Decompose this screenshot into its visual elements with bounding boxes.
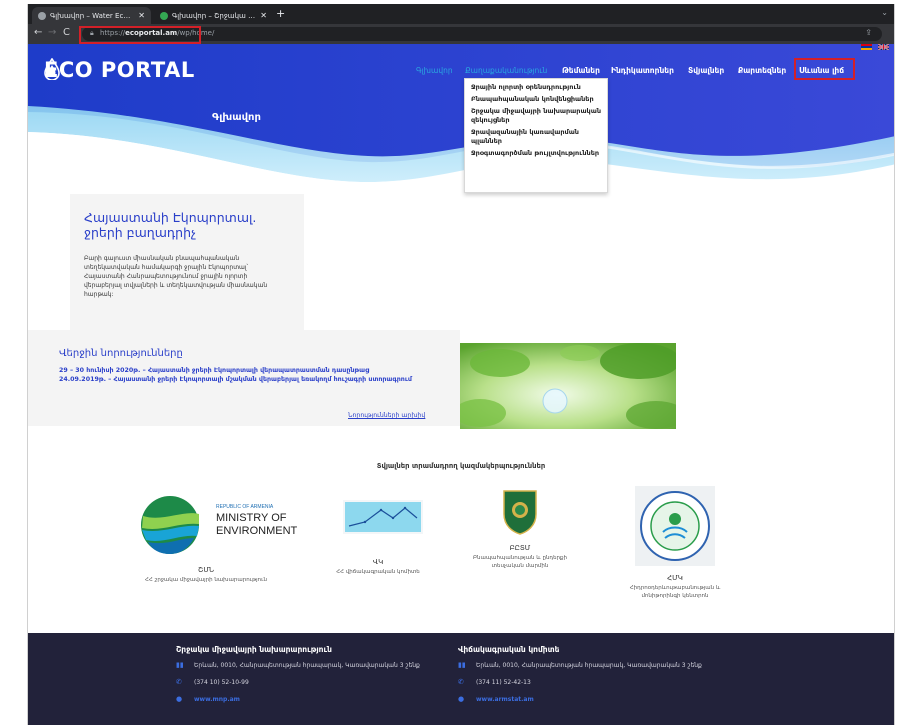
partner-abbr: ՀՄԿ xyxy=(667,574,683,582)
dropdown-item[interactable]: Բնապահպանական կոնվենցիաներ xyxy=(471,95,601,104)
footer-phone: ✆ (374 11) 52-42-13 xyxy=(458,678,531,686)
news-panel: Վերջին նորությունները 29 – 30 հունիսի 20… xyxy=(28,330,460,426)
news-archive-link[interactable]: Նորությունների արխիվ xyxy=(348,412,425,419)
nav-item-policy[interactable]: Քաղաքականություն xyxy=(465,66,547,75)
nav-item-indicators[interactable]: Ինդիկատորներ xyxy=(611,66,674,75)
close-icon[interactable]: ✕ xyxy=(138,11,145,20)
reload-icon[interactable]: C xyxy=(63,27,70,38)
globe-icon: ● xyxy=(458,695,465,703)
site-logo[interactable]: ECO PORTAL xyxy=(44,58,195,82)
hydromet-emblem xyxy=(635,486,715,566)
logo-text: ECO PORTAL xyxy=(44,58,195,82)
share-icon[interactable]: ⇪ xyxy=(865,28,872,37)
globe-icon: ● xyxy=(176,695,183,703)
phone-icon: ✆ xyxy=(458,678,464,686)
ministry-logo-line: ENVIRONMENT xyxy=(216,525,298,537)
partner-hydromet-center[interactable]: ՀՄԿ Հիդրոօդերևութաբանության և մոնիթորինգ… xyxy=(620,486,730,600)
footer-address: ▮▮ Երևան, 0010, Հանրապետության հրապարակ, … xyxy=(176,661,420,669)
dropdown-item[interactable]: Ջրային ոլորտի օրենսդրություն xyxy=(471,83,601,92)
policy-dropdown-menu: Ջրային ոլորտի օրենսդրություն Բնապահպանակ… xyxy=(464,78,608,193)
partner-ministry-environment[interactable]: REPUBLIC OF ARMENIA MINISTRY OF ENVIRONM… xyxy=(138,492,314,584)
page-title: Գլխավոր xyxy=(212,112,261,123)
news-item[interactable]: 29 – 30 հունիսի 2020թ. – Հայաստանի ջրերի… xyxy=(59,366,419,375)
partner-name: ՀՀ վիճակագրական կոմիտե xyxy=(336,569,420,575)
intro-title: Հայաստանի Էկոպորտալ. ջրերի բաղադրիչ xyxy=(84,210,257,240)
back-icon[interactable]: ← xyxy=(34,27,42,38)
ministry-logo-line: REPUBLIC OF ARMENIA xyxy=(216,504,274,510)
tab-bar: Գլխավոր – Water Ecoportal of ✕ Գլխավոր –… xyxy=(28,4,894,24)
footer-column-ministry: Շրջակա միջավայրի նախարարություն ▮▮ Երևան,… xyxy=(176,645,420,712)
footer-column-title: Շրջակա միջավայրի նախարարություն xyxy=(176,645,332,654)
footer-phone: ✆ (374 10) 52-10-99 xyxy=(176,678,249,686)
close-icon[interactable]: ✕ xyxy=(260,11,267,20)
partner-name: Հիդրոօդերևութաբանության և մոնիթորինգի կե… xyxy=(629,585,721,599)
globe-icon xyxy=(38,11,46,20)
url-highlight-box xyxy=(79,26,201,44)
sevan-highlight-box xyxy=(794,58,855,80)
news-heading: Վերջին նորությունները xyxy=(59,348,183,359)
nav-item-home[interactable]: Գլխավոր xyxy=(416,66,453,75)
site-favicon-icon xyxy=(160,11,168,20)
browser-tab-active[interactable]: Գլխավոր – Water Ecoportal of ✕ xyxy=(32,7,151,24)
new-tab-button[interactable]: + xyxy=(276,7,285,20)
uk-flag-icon[interactable] xyxy=(878,44,889,50)
footer-column-title: Վիճակագրական կոմիտե xyxy=(458,645,560,654)
nav-item-topics[interactable]: Թեմաներ xyxy=(562,66,600,75)
ministry-logo: REPUBLIC OF ARMENIA MINISTRY OF ENVIRONM… xyxy=(141,496,298,554)
tab-title: Գլխավոր – Շրջակա միջավայ xyxy=(172,11,256,20)
statistics-logo xyxy=(343,500,423,534)
footer-address: ▮▮ Երևան, 0010, Հանրապետության հրապարակ, … xyxy=(458,661,702,669)
url-input[interactable]: 🔒︎ https://ecoportal.am/wp/home/ ⇪ xyxy=(82,27,882,41)
hero-banner: ECO PORTAL Գլխավոր Քաղաքականություն Թեմա… xyxy=(28,44,894,199)
tab-title: Գլխավոր – Water Ecoportal of xyxy=(50,11,134,20)
map-icon: ▮▮ xyxy=(176,661,184,669)
dropdown-item[interactable]: Ջրավազանային կառավարման պլաններ xyxy=(471,128,601,146)
web-page: ECO PORTAL Գլխավոր Քաղաքականություն Թեմա… xyxy=(28,44,894,725)
browser-tab[interactable]: Գլխավոր – Շրջակա միջավայ ✕ xyxy=(154,7,273,24)
green-leaves-image xyxy=(460,343,676,429)
partner-name: Բնապահպանության և ընդերքի տեսչական մարմի… xyxy=(472,555,568,569)
dropdown-item[interactable]: Շրջակա միջավայրի նախարարական զեկույցներ xyxy=(471,107,601,125)
armenian-flag-icon[interactable] xyxy=(861,44,872,50)
ministry-logo-line: MINISTRY OF xyxy=(216,512,287,524)
browser-window: Գլխավոր – Water Ecoportal of ✕ Գլխավոր –… xyxy=(27,4,895,725)
partner-statistics[interactable]: ՎԿ ՀՀ վիճակագրական կոմիտե xyxy=(328,500,428,576)
partner-abbr: ԲԸՏՄ xyxy=(509,544,531,552)
partner-abbr: ՎԿ xyxy=(372,558,384,566)
forward-icon[interactable]: → xyxy=(48,27,56,38)
water-drop-icon xyxy=(44,58,60,80)
news-item[interactable]: 24.09.2019թ. – Հայաստանի ջրերի Էկոպորտալ… xyxy=(59,375,419,384)
phone-icon: ✆ xyxy=(176,678,182,686)
partners-heading: Տվյալներ տրամադրող կազմակերպություններ xyxy=(376,462,546,470)
dropdown-item[interactable]: Ջրօգտագործման թույլտվություններ xyxy=(471,149,601,158)
partner-inspection-body[interactable]: ԲԸՏՄ Բնապահպանության և ընդերքի տեսչական … xyxy=(470,488,570,570)
map-icon: ▮▮ xyxy=(458,661,466,669)
footer-column-statistics: Վիճակագրական կոմիտե ▮▮ Երևան, 0010, Հանրա… xyxy=(458,645,702,712)
chevron-down-icon[interactable]: ⌄ xyxy=(881,8,888,17)
nav-item-data[interactable]: Տվյալներ xyxy=(688,66,724,75)
intro-panel: Հայաստանի Էկոպորտալ. ջրերի բաղադրիչ Բարի… xyxy=(70,194,304,332)
nav-item-maps[interactable]: Քարտեզներ xyxy=(738,66,786,75)
site-footer: Շրջակա միջավայրի նախարարություն ▮▮ Երևան,… xyxy=(28,633,894,725)
footer-website-link[interactable]: ● www.armstat.am xyxy=(458,695,702,703)
intro-text: Բարի գալուստ միասնական բնապահպանական տեղ… xyxy=(84,255,268,298)
footer-website-link[interactable]: ● www.mnp.am xyxy=(176,695,420,703)
partner-name: ՀՀ շրջակա միջավայրի նախարարություն xyxy=(144,577,268,583)
partner-abbr: ՇՄՆ xyxy=(198,566,214,574)
inspection-emblem xyxy=(503,490,537,535)
